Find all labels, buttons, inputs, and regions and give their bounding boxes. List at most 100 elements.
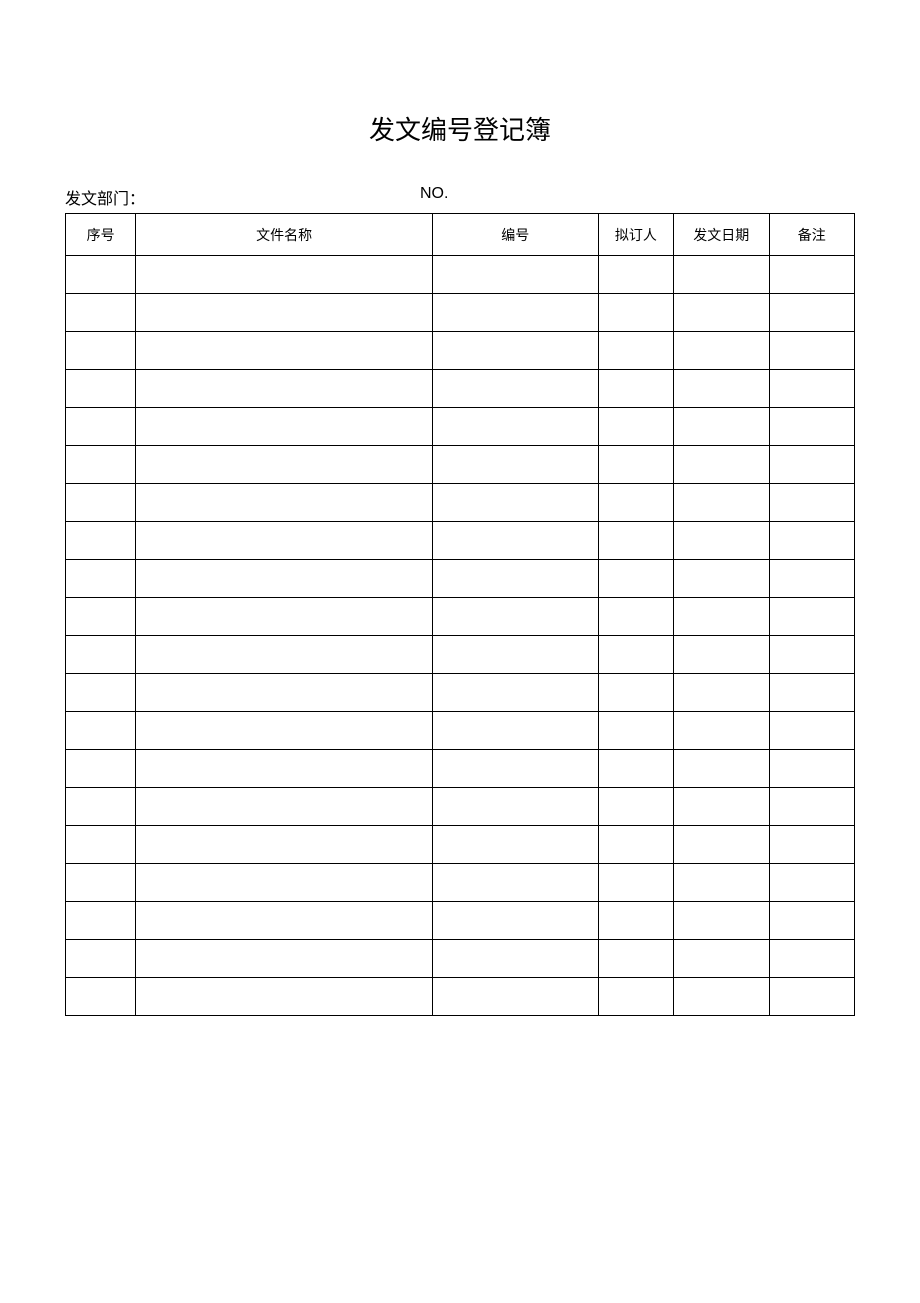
cell-docnum: [432, 636, 598, 674]
cell-remark: [769, 826, 854, 864]
cell-filename: [136, 256, 433, 294]
cell-seq: [66, 560, 136, 598]
cell-filename: [136, 978, 433, 1016]
cell-remark: [769, 598, 854, 636]
cell-date: [674, 256, 769, 294]
table-row: [66, 636, 855, 674]
cell-seq: [66, 332, 136, 370]
cell-date: [674, 484, 769, 522]
cell-filename: [136, 446, 433, 484]
dept-label: 发文部门：: [65, 185, 420, 209]
cell-remark: [769, 294, 854, 332]
cell-drafter: [598, 978, 673, 1016]
header-date: 发文日期: [674, 214, 769, 256]
table-body: [66, 256, 855, 1016]
cell-date: [674, 408, 769, 446]
cell-date: [674, 560, 769, 598]
table-row: [66, 522, 855, 560]
table-row: [66, 446, 855, 484]
cell-drafter: [598, 446, 673, 484]
cell-filename: [136, 750, 433, 788]
cell-drafter: [598, 712, 673, 750]
cell-date: [674, 598, 769, 636]
cell-docnum: [432, 522, 598, 560]
cell-docnum: [432, 826, 598, 864]
table-row: [66, 332, 855, 370]
cell-seq: [66, 522, 136, 560]
cell-seq: [66, 370, 136, 408]
cell-filename: [136, 294, 433, 332]
cell-date: [674, 978, 769, 1016]
table-row: [66, 864, 855, 902]
cell-seq: [66, 750, 136, 788]
cell-docnum: [432, 712, 598, 750]
cell-drafter: [598, 674, 673, 712]
no-label: NO.: [420, 185, 855, 209]
header-seq: 序号: [66, 214, 136, 256]
cell-filename: [136, 484, 433, 522]
cell-drafter: [598, 294, 673, 332]
table-row: [66, 256, 855, 294]
table-row: [66, 826, 855, 864]
cell-docnum: [432, 674, 598, 712]
cell-filename: [136, 940, 433, 978]
document-title: 发文编号登记簿: [65, 110, 855, 147]
cell-filename: [136, 560, 433, 598]
table-row: [66, 902, 855, 940]
cell-drafter: [598, 256, 673, 294]
cell-drafter: [598, 788, 673, 826]
table-row: [66, 978, 855, 1016]
cell-date: [674, 446, 769, 484]
cell-date: [674, 902, 769, 940]
cell-date: [674, 636, 769, 674]
header-filename: 文件名称: [136, 214, 433, 256]
cell-filename: [136, 902, 433, 940]
cell-drafter: [598, 864, 673, 902]
table-row: [66, 408, 855, 446]
cell-filename: [136, 598, 433, 636]
cell-remark: [769, 446, 854, 484]
register-table: 序号 文件名称 编号 拟订人 发文日期 备注: [65, 213, 855, 1016]
cell-filename: [136, 788, 433, 826]
cell-date: [674, 826, 769, 864]
cell-docnum: [432, 560, 598, 598]
cell-docnum: [432, 788, 598, 826]
header-docnum: 编号: [432, 214, 598, 256]
cell-remark: [769, 712, 854, 750]
table-row: [66, 294, 855, 332]
table-row: [66, 750, 855, 788]
cell-remark: [769, 370, 854, 408]
cell-docnum: [432, 598, 598, 636]
cell-filename: [136, 826, 433, 864]
cell-filename: [136, 522, 433, 560]
table-row: [66, 484, 855, 522]
cell-docnum: [432, 370, 598, 408]
cell-seq: [66, 826, 136, 864]
cell-seq: [66, 294, 136, 332]
cell-filename: [136, 712, 433, 750]
cell-date: [674, 294, 769, 332]
cell-remark: [769, 788, 854, 826]
table-row: [66, 674, 855, 712]
cell-seq: [66, 446, 136, 484]
cell-filename: [136, 370, 433, 408]
cell-seq: [66, 598, 136, 636]
cell-remark: [769, 636, 854, 674]
cell-filename: [136, 864, 433, 902]
cell-remark: [769, 522, 854, 560]
cell-remark: [769, 256, 854, 294]
cell-docnum: [432, 408, 598, 446]
cell-seq: [66, 940, 136, 978]
cell-date: [674, 522, 769, 560]
meta-row: 发文部门： NO.: [65, 185, 855, 209]
cell-seq: [66, 256, 136, 294]
page: 发文编号登记簿 发文部门： NO. 序号 文件名称 编号 拟订人 发文日期 备注: [0, 0, 920, 1016]
cell-docnum: [432, 940, 598, 978]
cell-drafter: [598, 370, 673, 408]
table-row: [66, 788, 855, 826]
cell-date: [674, 370, 769, 408]
table-row: [66, 712, 855, 750]
cell-seq: [66, 788, 136, 826]
cell-docnum: [432, 902, 598, 940]
cell-seq: [66, 902, 136, 940]
